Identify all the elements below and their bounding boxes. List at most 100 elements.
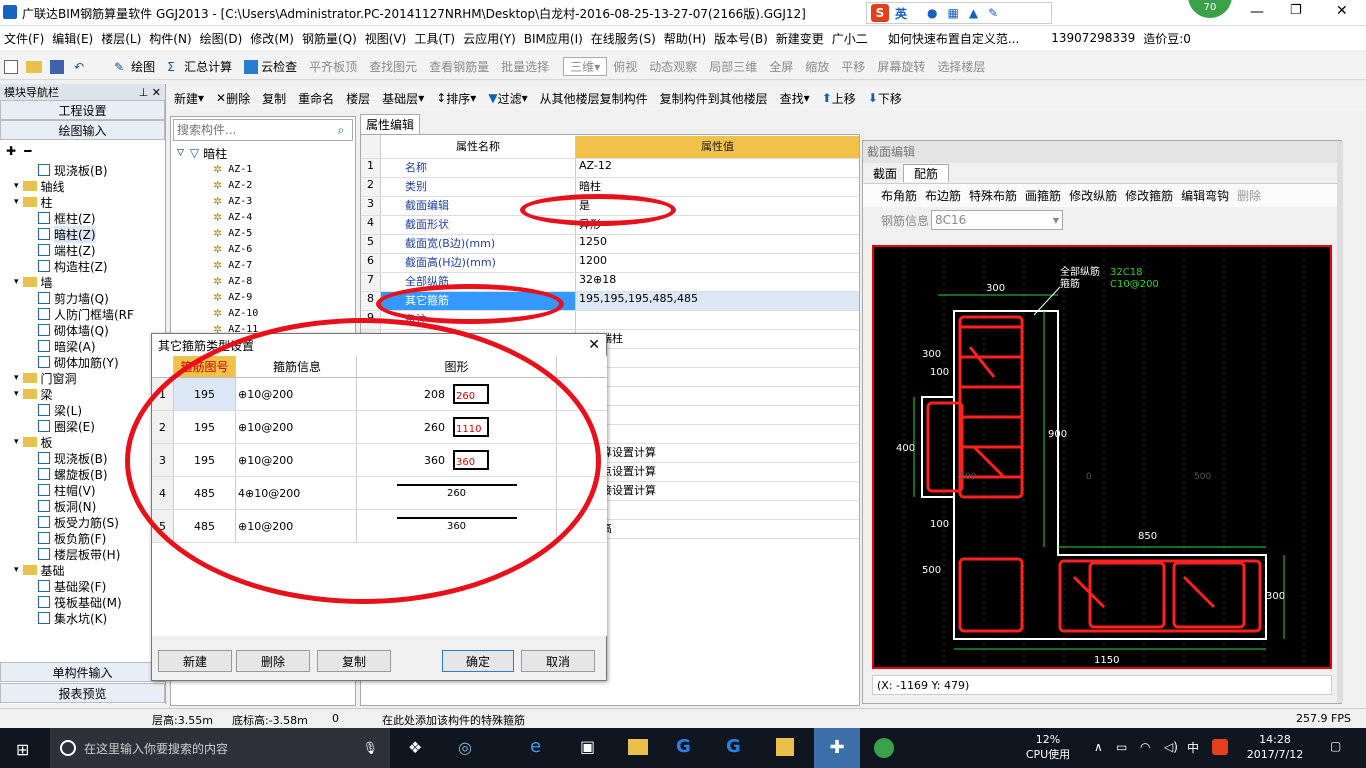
expander-icon[interactable]: ▾ [14,373,19,383]
menu-credits[interactable]: 造价豆:0 [1139,30,1195,47]
move-down-button[interactable]: ⬇ 下移 [862,90,908,107]
ime-toolbar[interactable]: S 英 ● ▦ ▲ ✎ [866,2,1052,24]
nav-tree-item[interactable]: 现浇板(B) [10,450,165,466]
nav-tree-item[interactable]: 筏板基础(M) [10,594,165,610]
expander-icon[interactable]: ▾ [14,565,19,575]
local-3d-button[interactable]: 局部三维 [703,58,763,75]
nav-tree-item[interactable]: ▾ 梁 [10,386,165,402]
align-slab-button[interactable]: 平齐板顶 [303,58,363,75]
tab-single-component[interactable]: 单构件输入 [0,662,165,682]
nav-tree-item[interactable]: 圈梁(E) [10,418,165,434]
nav-tree-item[interactable]: 砌体墙(Q) [10,322,165,338]
stirrup-row[interactable]: 4 485 4⊕10@200 260 [152,477,607,510]
stirrup-row[interactable]: 2 195 ⊕10@200 260 1110 [152,411,607,444]
find-button[interactable]: 查找 ▾ [774,90,816,107]
section-tool-button[interactable]: 修改纵筋 [1065,187,1121,204]
menu-rebar-qty[interactable]: 钢筋量(Q) [298,30,361,47]
clock[interactable]: 14:28 2017/7/12 [1244,732,1306,762]
menu-new-change[interactable]: 新建变更 [772,30,828,47]
pan-button[interactable]: 平移 [835,58,871,75]
app-360-icon[interactable]: ◎ [458,738,472,757]
find-element-button[interactable]: 查找图元 [363,58,423,75]
nav-tree-item[interactable]: ▾ 柱 [10,194,165,210]
collapse-all-icon[interactable]: ━ [24,144,31,158]
tab-report-preview[interactable]: 报表预览 [0,683,165,703]
nav-tree-item[interactable]: 剪力墙(Q) [10,290,165,306]
section-tool-button[interactable]: 布边筋 [921,187,965,204]
menu-floor[interactable]: 楼层(L) [97,30,145,47]
tab-section[interactable]: 截面 [867,165,903,182]
select-floor-button[interactable]: 选择楼层 [931,58,991,75]
orbit-button[interactable]: 动态观察 [643,58,703,75]
component-item[interactable]: ✲ AZ-9 [171,289,355,305]
nav-tree-item[interactable]: 构造柱(Z) [10,258,165,274]
menu-file[interactable]: 文件(F) [0,30,48,47]
menu-assistant[interactable]: 广小二 [828,30,872,47]
menu-account[interactable]: 13907298339 [1047,31,1139,45]
delete-component-button[interactable]: ✕ 删除 [210,90,256,107]
store-icon[interactable]: ▣ [580,737,595,756]
menu-cloud[interactable]: 云应用(Y) [459,30,520,47]
fullscreen-button[interactable]: 全屏 [763,58,799,75]
nav-tree-item[interactable]: 基础梁(F) [10,578,165,594]
new-file-icon[interactable] [4,59,18,74]
component-item[interactable]: ✲ AZ-10 [171,305,355,321]
maximize-button[interactable]: ❐ [1290,3,1302,18]
expander-icon[interactable]: ▾ [14,437,19,447]
active-app-icon[interactable]: ✚ [814,728,860,768]
section-scrollbar[interactable] [1337,141,1343,703]
draw-button[interactable]: ✎ 绘图 [108,58,161,75]
expander-icon[interactable]: ▾ [14,197,19,207]
stirrup-row[interactable]: 5 485 ⊕10@200 360 [152,510,607,543]
menu-online[interactable]: 在线服务(S) [587,30,660,47]
section-tool-button[interactable]: 编辑弯钩 [1177,187,1233,204]
task-view-icon[interactable]: ❖ [408,738,422,757]
collapse-icon[interactable]: ▽ [177,148,184,158]
component-item[interactable]: ✲ AZ-2 [171,177,355,193]
property-row[interactable]: 7 全部纵筋 32⊕18 [361,273,859,292]
section-tool-button[interactable]: 修改箍筋 [1121,187,1177,204]
tab-property-edit[interactable]: 属性编辑 [360,114,420,134]
nav-tree-item[interactable]: ▾ 门窗洞 [10,370,165,386]
dialog-ok-button[interactable]: 确定 [442,650,514,672]
menu-help[interactable]: 帮助(H) [660,30,710,47]
rotate-button[interactable]: 屏幕旋转 [871,58,931,75]
tab-rebar[interactable]: 配筋 [903,164,950,182]
copy-from-floor-button[interactable]: 从其他楼层复制构件 [534,90,654,107]
tab-drawing-input[interactable]: 绘图输入 [0,120,165,140]
nav-tree-item[interactable]: 柱帽(V) [10,482,165,498]
filter-button[interactable]: ▼ 过滤 ▾ [482,90,533,107]
expand-all-icon[interactable]: ✚ [6,144,16,158]
nav-tree-item[interactable]: 板负筋(F) [10,530,165,546]
property-row[interactable]: 2 类别 暗柱 [361,178,859,197]
tray-lang[interactable]: 中 [1187,739,1199,756]
score-badge[interactable]: 70 [1188,0,1232,18]
nav-tree-item[interactable]: 暗梁(A) [10,338,165,354]
menu-tools[interactable]: 工具(T) [410,30,459,47]
menu-component[interactable]: 构件(N) [145,30,195,47]
open-file-icon[interactable] [26,60,42,73]
undo-icon[interactable]: ↶ [74,60,84,74]
tree-root[interactable]: ▽ ▽ 暗柱 [171,145,355,161]
edge-icon[interactable]: e [530,736,541,757]
component-item[interactable]: ✲ AZ-3 [171,193,355,209]
stirrup-shape-cell[interactable]: 360 [357,510,557,542]
component-item[interactable]: ✲ AZ-5 [171,225,355,241]
component-item[interactable]: ✲ AZ-6 [171,241,355,257]
section-tool-button[interactable]: 删除 [1233,187,1265,204]
menu-view[interactable]: 视图(V) [361,30,411,47]
pin-icon[interactable]: ⊥ ✕ [139,86,161,99]
minimize-button[interactable]: — [1250,4,1264,20]
zoom-button[interactable]: 缩放 [799,58,835,75]
dialog-close-icon[interactable]: ✕ [588,337,600,353]
stirrup-shape-cell[interactable]: 360 360 [357,444,557,476]
stirrup-row[interactable]: 3 195 ⊕10@200 360 360 [152,444,607,477]
nav-tree-item[interactable]: ▾ 板 [10,434,165,450]
rename-button[interactable]: 重命名 [292,90,340,107]
section-tool-button[interactable]: 画箍筋 [1021,187,1065,204]
menu-version[interactable]: 版本号(B) [710,30,772,47]
property-row[interactable]: 4 截面形状 异形 [361,216,859,235]
nav-tree-item[interactable]: 人防门框墙(RF [10,306,165,322]
copy-to-floor-button[interactable]: 复制构件到其他楼层 [654,90,774,107]
component-item[interactable]: ✲ AZ-1 [171,161,355,177]
